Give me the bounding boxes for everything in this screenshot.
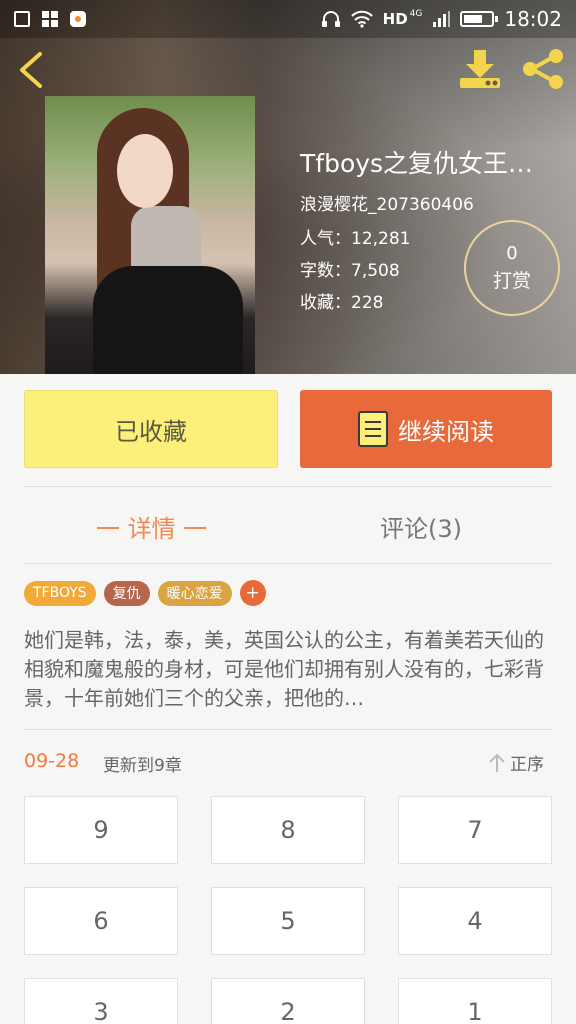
back-arrow-icon[interactable] — [14, 50, 50, 90]
favorites-stat: 收藏：228 — [300, 293, 384, 313]
headphones-icon — [321, 11, 340, 27]
share-icon[interactable] — [520, 48, 566, 90]
chapter-button[interactable]: 3 — [24, 978, 178, 1024]
book-cover-image — [45, 96, 255, 374]
signal-type-label: 4G — [409, 9, 423, 19]
tip-label: 打赏 — [492, 270, 531, 292]
add-tag-button[interactable]: + — [239, 580, 266, 606]
book-header: HD 4G 18:02 Tfboys之复仇女王… 浪漫樱花_207360406 … — [0, 0, 576, 374]
chapter-button[interactable]: 5 — [211, 887, 365, 955]
continue-reading-label: 继续阅读 — [398, 417, 494, 446]
book-synopsis[interactable]: 她们是韩，法，泰，美，英国公认的公主，有着美若天仙的相貌和魔鬼般的身材，可是他们… — [24, 626, 554, 713]
status-bar: HD 4G 18:02 — [0, 0, 576, 38]
tab-comments[interactable]: 评论(3) — [380, 506, 462, 546]
app-notification-icon — [70, 11, 86, 27]
tab-detail[interactable]: 一 详情 一 — [96, 506, 207, 546]
tag-revenge[interactable]: 复仇 — [103, 580, 150, 606]
apps-notification-icon — [42, 11, 58, 27]
tag-tfboys[interactable]: TFBOYS — [24, 580, 96, 606]
update-date: 09-28 — [24, 750, 80, 772]
tip-count: 0 — [506, 243, 518, 264]
image-notification-icon — [14, 11, 30, 27]
sort-label: 正序 — [510, 755, 544, 775]
chapter-button[interactable]: 9 — [24, 796, 178, 864]
chapter-button[interactable]: 1 — [398, 978, 552, 1024]
divider — [24, 729, 552, 730]
chapter-button[interactable]: 4 — [398, 887, 552, 955]
collected-button[interactable]: 已收藏 — [24, 390, 278, 468]
chapter-button[interactable]: 2 — [211, 978, 365, 1024]
tag-list: TFBOYS 复仇 暖心恋爱 + — [24, 580, 266, 606]
signal-icon — [433, 11, 451, 27]
chapter-button[interactable]: 7 — [398, 796, 552, 864]
popularity-stat: 人气：12,281 — [300, 229, 411, 249]
sort-toggle[interactable]: 正序 — [488, 750, 544, 775]
book-author[interactable]: 浪漫樱花_207360406 — [300, 190, 474, 215]
battery-icon — [460, 11, 499, 27]
divider — [24, 563, 552, 564]
word-count-stat: 字数：7,508 — [300, 261, 400, 281]
chapter-button[interactable]: 6 — [24, 887, 178, 955]
chapter-button[interactable]: 8 — [211, 796, 365, 864]
network-label: HD — [382, 10, 408, 28]
book-title: Tfboys之复仇女王… — [300, 149, 534, 178]
book-icon — [358, 411, 388, 447]
clock: 18:02 — [504, 7, 562, 31]
sort-arrow-up-icon — [489, 753, 505, 772]
continue-reading-button[interactable]: 继续阅读 — [300, 390, 552, 468]
wifi-icon — [350, 10, 373, 28]
tip-button[interactable]: 0 打赏 — [464, 220, 560, 316]
download-icon[interactable] — [458, 48, 502, 90]
update-status: 更新到9章 — [103, 756, 182, 776]
tag-sweet-romance[interactable]: 暖心恋爱 — [157, 580, 232, 606]
divider — [24, 486, 552, 487]
